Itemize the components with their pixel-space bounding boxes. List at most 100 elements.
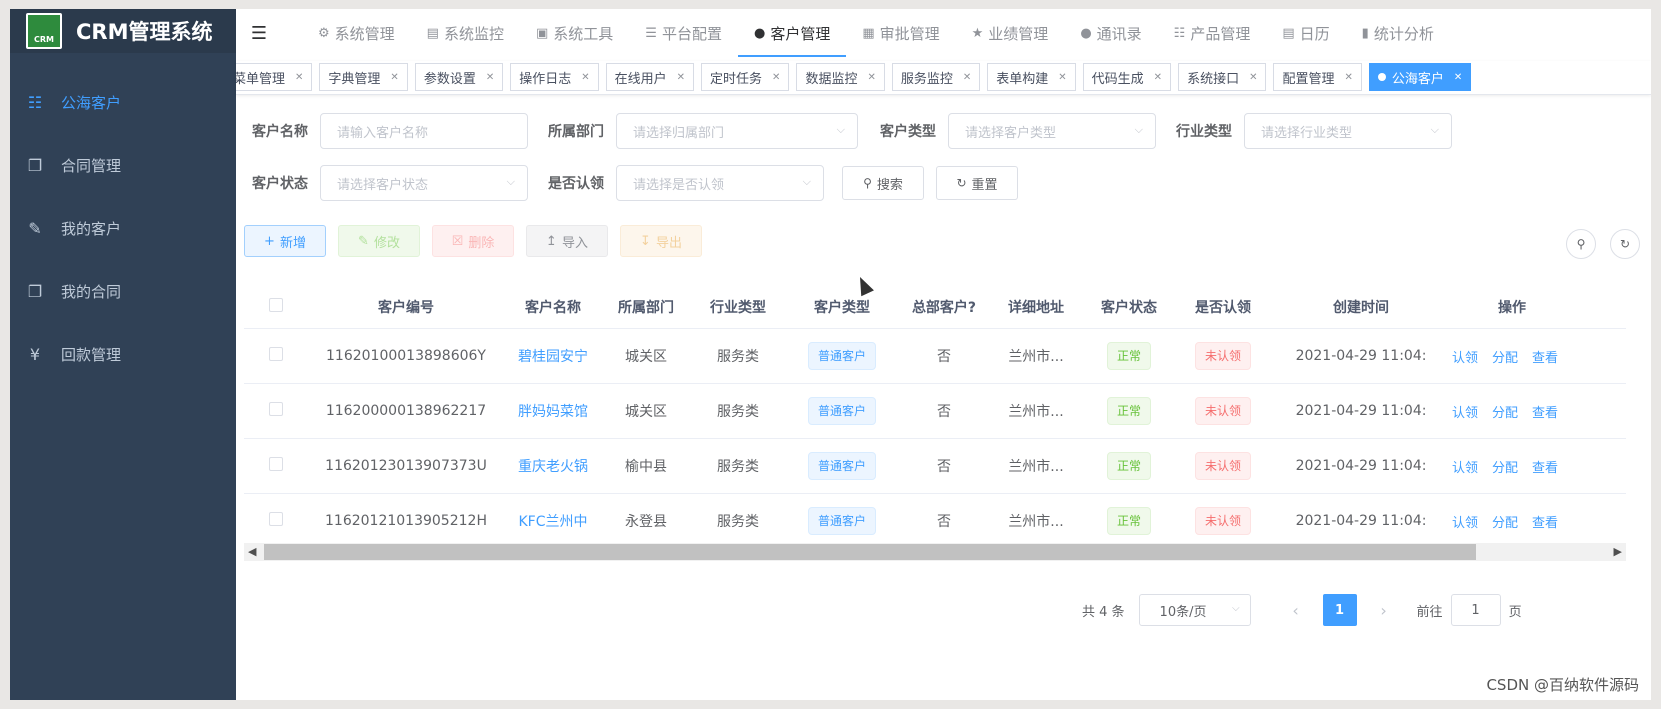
col-claimed[interactable]: 是否认领 [1176,297,1270,317]
department-select[interactable]: 请选择归属部门 ⌵ [616,113,858,149]
prev-page-button[interactable]: ‹ [1279,594,1313,626]
tag-params[interactable]: 参数设置 ✕ [414,63,504,91]
hamburger-menu-icon[interactable]: ☰ [236,9,282,57]
tag-data-monitor[interactable]: 数据监控 ✕ [796,63,885,91]
assign-link[interactable]: 分配 [1492,402,1518,421]
view-link[interactable]: 查看 [1532,402,1558,421]
search-button[interactable]: ⚲ 搜索 [842,166,924,200]
close-icon[interactable]: ✕ [963,72,971,83]
topnav-calendar[interactable]: ▤ 日历 [1266,9,1345,57]
tag-public-customers[interactable]: 公海客户 ✕ [1368,63,1472,91]
topnav-customers[interactable]: ● 客户管理 [737,9,847,57]
close-icon[interactable]: ✕ [1154,72,1162,83]
close-icon[interactable]: ✕ [581,72,589,83]
close-icon[interactable]: ✕ [1344,72,1352,83]
claimed-select[interactable]: 请选择是否认领 ⌵ [616,165,824,201]
topnav-performance[interactable]: ★ 业绩管理 [956,9,1065,57]
logo-area[interactable]: CRM CRM管理系统 [10,9,236,53]
sidebar-item-contracts[interactable]: ❐ 合同管理 [10,134,236,197]
col-type[interactable]: 客户类型 [786,297,898,317]
scrollbar-thumb[interactable] [264,544,1476,560]
tag-sys-api[interactable]: 系统接口 ✕ [1178,63,1267,91]
topnav-system[interactable]: ⚙ 系统管理 [302,9,411,57]
close-icon[interactable]: ✕ [1058,72,1066,83]
page-number[interactable]: 1 [1322,594,1357,626]
tag-codegen[interactable]: 代码生成 ✕ [1082,63,1172,91]
topnav-stats[interactable]: ▮ 统计分析 [1346,9,1450,57]
tag-config[interactable]: 配置管理 ✕ [1273,63,1362,91]
row-checkbox[interactable] [269,512,283,526]
topnav-approval[interactable]: ▦ 审批管理 [846,9,955,57]
jump-page-input[interactable]: 1 [1450,594,1501,626]
sidebar-item-my-customers[interactable]: ✎ 我的客户 [10,197,236,260]
table-horizontal-scrollbar[interactable]: ◀ ▶ [244,543,1626,561]
export-button[interactable]: ↧ 导出 [620,225,702,257]
assign-link[interactable]: 分配 [1492,512,1518,531]
sidebar-item-public-customers[interactable]: ☷ 公海客户 [10,71,236,134]
edit-button[interactable]: ✎ 修改 [338,225,420,257]
select-all-checkbox[interactable] [269,297,283,312]
add-button[interactable]: + 新增 [244,225,326,257]
view-link[interactable]: 查看 [1532,347,1558,366]
customer-name-input[interactable]: 请输入客户名称 [320,113,528,149]
claim-link[interactable]: 认领 [1452,457,1478,476]
claim-link[interactable]: 认领 [1452,347,1478,366]
col-address[interactable]: 详细地址 [990,297,1082,317]
col-id[interactable]: 客户编号 [308,297,504,317]
col-hq[interactable]: 总部客户? [898,297,990,317]
tag-oper-log[interactable]: 操作日志 ✕ [510,63,599,91]
customer-name-link[interactable]: KFC兰州中 [504,511,602,531]
import-button[interactable]: ↥ 导入 [526,225,608,257]
reset-button[interactable]: ↻ 重置 [936,166,1018,200]
assign-link[interactable]: 分配 [1492,457,1518,476]
industry-select[interactable]: 请选择行业类型 ⌵ [1244,113,1452,149]
col-industry[interactable]: 行业类型 [690,297,786,317]
scroll-right-icon[interactable]: ▶ [1614,545,1622,558]
table-row[interactable]: 11620121013905212H KFC兰州中 永登县 服务类 普通客户 否… [244,494,1626,549]
customer-name-link[interactable]: 胖妈妈菜馆 [504,401,602,421]
close-icon[interactable]: ✕ [677,72,685,83]
claim-link[interactable]: 认领 [1452,402,1478,421]
row-checkbox[interactable] [269,457,283,471]
col-dept[interactable]: 所属部门 [602,297,690,317]
col-status[interactable]: 客户状态 [1082,297,1176,317]
col-created[interactable]: 创建时间 [1270,297,1452,317]
table-row[interactable]: 11620123013907373U 重庆老火锅 榆中县 服务类 普通客户 否 … [244,439,1626,494]
topnav-monitor[interactable]: ▤ 系统监控 [411,9,520,57]
topnav-platform[interactable]: ☰ 平台配置 [629,9,738,57]
tag-dict-mgmt[interactable]: 字典管理 ✕ [319,63,408,91]
toggle-search-button[interactable]: ⚲ [1566,229,1596,259]
close-icon[interactable]: ✕ [295,72,303,83]
close-icon[interactable]: ✕ [486,72,494,83]
delete-button[interactable]: ☒ 删除 [432,225,514,257]
col-name[interactable]: 客户名称 [504,297,602,317]
scroll-left-icon[interactable]: ◀ [248,545,256,558]
row-checkbox[interactable] [269,402,283,416]
table-row[interactable]: 11620100013898606Y 碧桂园安宁 城关区 服务类 普通客户 否 … [244,329,1626,384]
close-icon[interactable]: ✕ [867,72,875,83]
sidebar-item-my-contracts[interactable]: ❐ 我的合同 [10,260,236,323]
close-icon[interactable]: ✕ [1454,72,1462,83]
table-row[interactable]: 116200000138962217 胖妈妈菜馆 城关区 服务类 普通客户 否 … [244,384,1626,439]
row-checkbox[interactable] [269,347,283,361]
close-icon[interactable]: ✕ [772,72,780,83]
refresh-button[interactable]: ↻ [1610,229,1640,259]
sidebar-item-payments[interactable]: ¥ 回款管理 [10,323,236,386]
topnav-contacts[interactable]: ● 通讯录 [1064,9,1157,57]
status-select[interactable]: 请选择客户状态 ⌵ [320,165,528,201]
next-page-button[interactable]: › [1367,594,1401,626]
tag-form-build[interactable]: 表单构建 ✕ [987,63,1076,91]
customer-name-link[interactable]: 重庆老火锅 [504,456,602,476]
tag-online-users[interactable]: 在线用户 ✕ [605,63,695,91]
topnav-products[interactable]: ☷ 产品管理 [1158,9,1267,57]
page-size-select[interactable]: 10条/页 ⌵ [1138,594,1251,626]
tag-menu-mgmt[interactable]: 菜单管理 ✕ [236,63,313,91]
view-link[interactable]: 查看 [1532,512,1558,531]
customer-type-select[interactable]: 请选择客户类型 ⌵ [948,113,1156,149]
close-icon[interactable]: ✕ [390,72,398,83]
tag-server-monitor[interactable]: 服务监控 ✕ [891,63,981,91]
assign-link[interactable]: 分配 [1492,347,1518,366]
topnav-tools[interactable]: ▣ 系统工具 [520,9,629,57]
view-link[interactable]: 查看 [1532,457,1558,476]
claim-link[interactable]: 认领 [1452,512,1478,531]
